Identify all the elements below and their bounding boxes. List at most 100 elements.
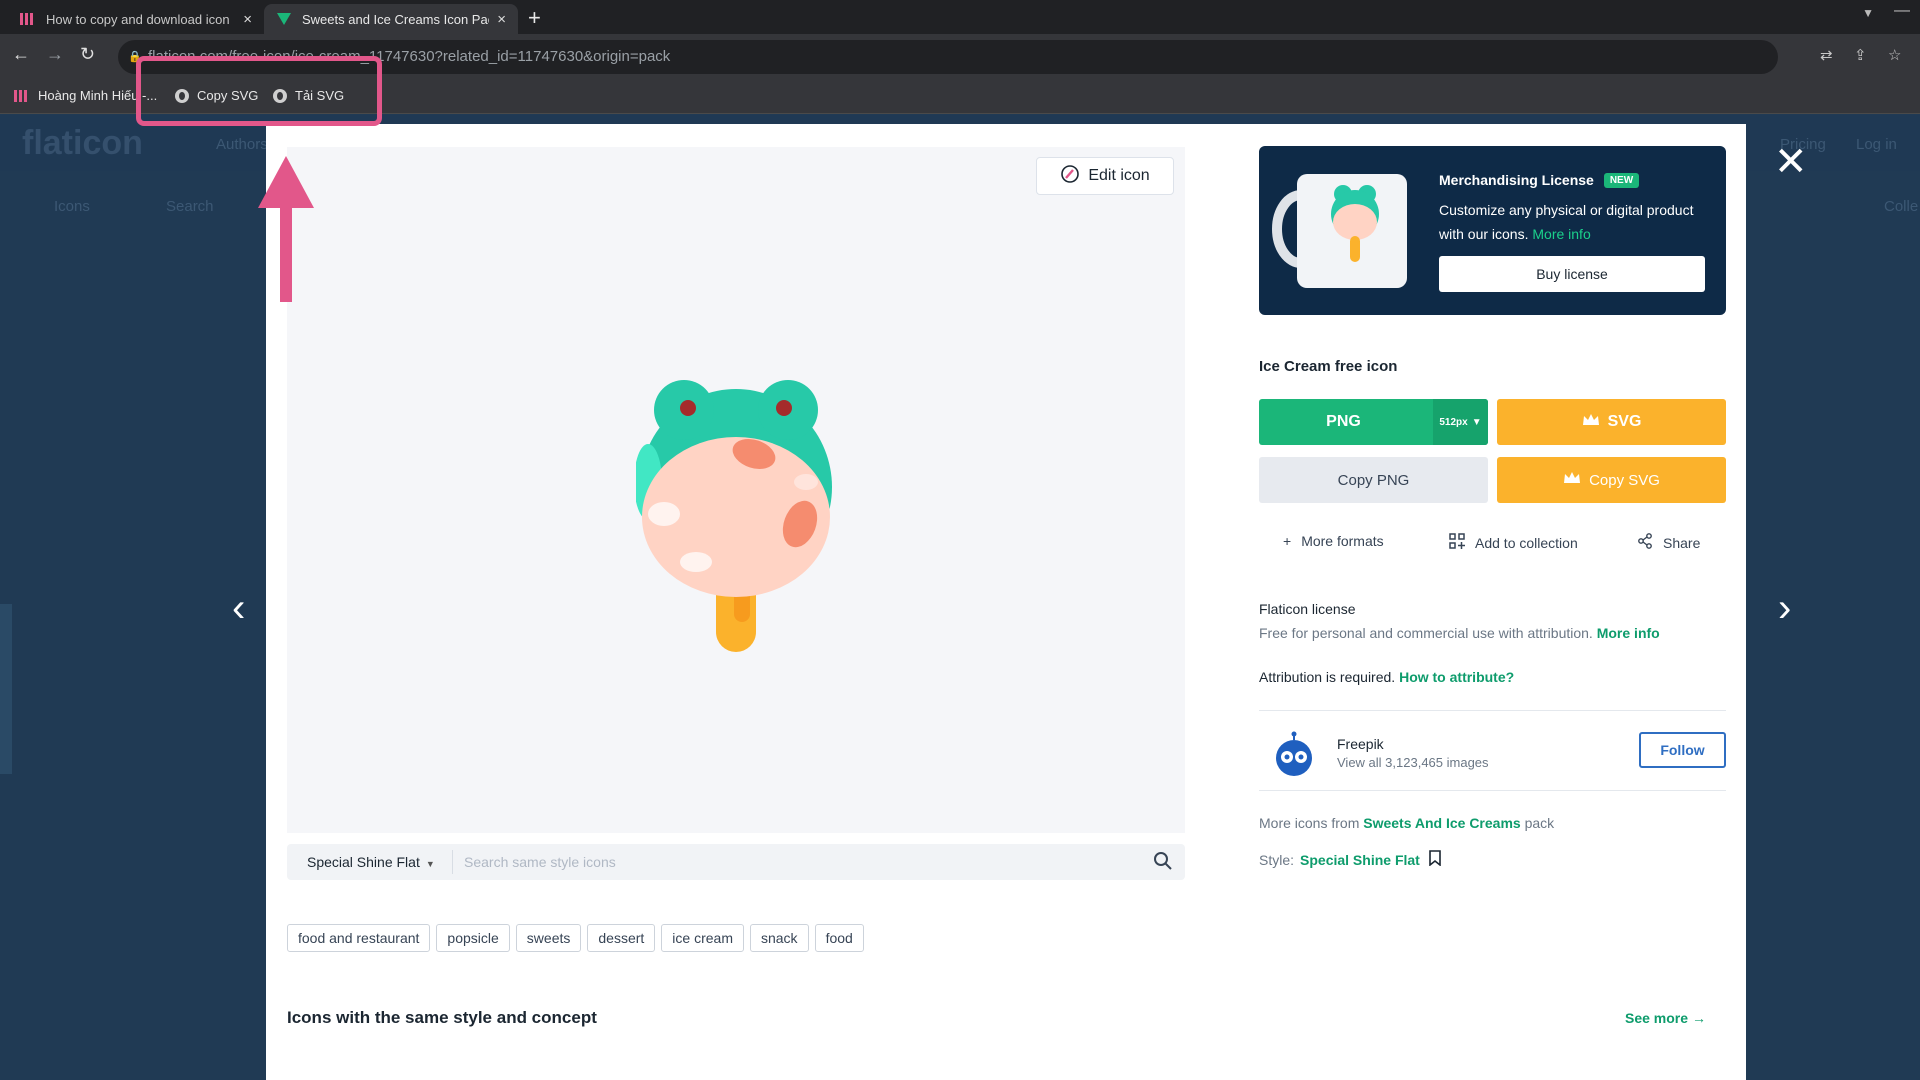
attribution-text: Attribution is required. [1259, 669, 1396, 685]
plus-icon: + [1283, 533, 1292, 549]
more-formats-button[interactable]: + More formats [1283, 533, 1384, 549]
crown-icon [1582, 413, 1600, 432]
share-label: Share [1663, 534, 1701, 551]
share-nodes-icon [1637, 533, 1653, 552]
background-search-category: Icons [54, 198, 90, 215]
attribution-line: Attribution is required. How to attribut… [1259, 669, 1514, 685]
png-size-label: 512px [1439, 416, 1468, 428]
collection-grid-icon [1449, 533, 1465, 552]
edit-icon-button[interactable]: Edit icon [1036, 157, 1174, 195]
merchandising-license-card: Merchandising License NEW Customize any … [1259, 146, 1726, 315]
more-from-pack: More icons from Sweets And Ice Creams pa… [1259, 815, 1554, 831]
background-collections: Colle [1884, 198, 1919, 215]
bookmark-star-icon[interactable]: ☆ [1888, 46, 1901, 64]
reload-icon[interactable]: ↻ [80, 44, 95, 65]
license-title: Flaticon license [1259, 601, 1356, 617]
tag-list: food and restaurant popsicle sweets dess… [287, 924, 864, 952]
new-badge: NEW [1603, 172, 1640, 188]
tag-popsicle[interactable]: popsicle [436, 924, 510, 952]
license-description: Free for personal and commercial use wit… [1259, 625, 1660, 641]
follow-button[interactable]: Follow [1639, 732, 1726, 768]
tab-how-to-copy[interactable]: How to copy and download icon × [8, 4, 264, 34]
style-bar-divider [452, 850, 453, 874]
svg-label: SVG [1607, 413, 1642, 430]
add-to-collection-button[interactable]: Add to collection [1449, 533, 1578, 552]
annotation-arrow-icon [256, 156, 316, 307]
tab-sweets-pack[interactable]: Sweets and Ice Creams Icon Pack × [264, 4, 518, 34]
flaticon-favicon-icon [14, 89, 27, 102]
license-more-info-link[interactable]: More info [1597, 625, 1660, 641]
download-svg-button[interactable]: SVG [1497, 399, 1726, 445]
back-arrow-icon[interactable]: ← [12, 44, 30, 65]
bookmark-highlight-box [136, 56, 382, 126]
tab-title: Sweets and Ice Creams Icon Pack [302, 11, 490, 27]
pencil-icon [1060, 164, 1080, 189]
see-more-label: See more [1625, 1010, 1689, 1026]
caret-down-icon: ▼ [1471, 416, 1482, 428]
tab-search-chevron-icon[interactable]: ▼ [1862, 6, 1874, 20]
how-to-attribute-link[interactable]: How to attribute? [1399, 669, 1514, 685]
background-nav-login: Log in [1856, 136, 1897, 153]
png-label: PNG [1326, 413, 1361, 430]
arrow-right-icon: → [1691, 1010, 1706, 1026]
divider-bottom [1259, 790, 1726, 791]
merch-more-info-link[interactable]: More info [1532, 226, 1590, 242]
search-icon[interactable] [1153, 851, 1173, 876]
tag-snack[interactable]: snack [749, 924, 809, 952]
share-icon[interactable]: ⇪ [1854, 46, 1867, 64]
tag-ice-cream[interactable]: ice cream [661, 924, 744, 952]
previous-icon-arrow[interactable]: ‹ [232, 586, 245, 631]
style-label: Style: [1259, 851, 1295, 868]
background-logo: flaticon [22, 124, 143, 162]
bookmark-icon[interactable] [1428, 850, 1442, 869]
background-search-placeholder: Search [166, 198, 214, 215]
edit-icon-label: Edit icon [1088, 167, 1150, 184]
add-collection-label: Add to collection [1475, 534, 1578, 551]
background-nav-authors: Authors [216, 136, 268, 153]
background-side-tab [0, 604, 12, 774]
style-link[interactable]: Special Shine Flat [1300, 852, 1420, 868]
flaticon-logo-icon [276, 11, 292, 27]
tag-food-and-restaurant[interactable]: food and restaurant [287, 924, 431, 952]
freepik-avatar-icon[interactable] [1269, 730, 1319, 785]
more-formats-label: More formats [1301, 533, 1384, 549]
caret-down-icon: ▼ [425, 859, 435, 869]
next-icon-arrow[interactable]: › [1778, 586, 1791, 631]
browser-tab-strip: How to copy and download icon × Sweets a… [0, 0, 1920, 34]
translate-icon[interactable]: ⇄ [1820, 46, 1833, 64]
merch-description: Customize any physical or digital produc… [1439, 198, 1709, 246]
merch-title-text: Merchandising License [1439, 172, 1594, 188]
copy-svg-button[interactable]: Copy SVG [1497, 457, 1726, 503]
tag-dessert[interactable]: dessert [587, 924, 656, 952]
style-search-bar: Special Shine Flat ▼ Search same style ic… [287, 844, 1185, 880]
tab-close-icon[interactable]: × [243, 11, 252, 28]
flaticon-favicon-icon [20, 11, 36, 27]
tab-close-icon[interactable]: × [497, 11, 506, 28]
new-tab-button[interactable]: + [528, 5, 541, 31]
divider-top [1259, 710, 1726, 711]
png-size-dropdown[interactable]: 512px ▼ [1433, 399, 1488, 445]
pack-prefix: More icons from [1259, 815, 1360, 831]
ice-cream-frog-illustration [634, 372, 836, 667]
buy-license-button[interactable]: Buy license [1439, 256, 1705, 292]
tag-food[interactable]: food [814, 924, 864, 952]
tab-title: How to copy and download icon [46, 11, 230, 27]
pack-suffix: pack [1524, 815, 1555, 831]
related-icons-title: Icons with the same style and concept [287, 1008, 597, 1027]
tag-sweets[interactable]: sweets [515, 924, 582, 952]
share-button[interactable]: Share [1637, 533, 1700, 552]
style-line: Style: Special Shine Flat [1259, 850, 1442, 869]
author-name[interactable]: Freepik [1337, 736, 1384, 752]
style-select-dropdown[interactable]: Special Shine Flat ▼ [307, 854, 435, 870]
style-select-label: Special Shine Flat [307, 854, 420, 870]
copy-svg-label: Copy SVG [1589, 471, 1660, 489]
close-modal-icon[interactable]: ✕ [1774, 142, 1808, 182]
style-search-input[interactable]: Search same style icons [464, 854, 616, 870]
pack-link[interactable]: Sweets And Ice Creams [1363, 815, 1520, 831]
see-more-link[interactable]: See more → [1625, 1010, 1706, 1026]
minimize-icon[interactable]: — [1894, 2, 1910, 20]
author-image-count[interactable]: View all 3,123,465 images [1337, 755, 1489, 770]
copy-png-button[interactable]: Copy PNG [1259, 457, 1488, 503]
forward-arrow-icon[interactable]: → [46, 44, 64, 65]
crown-icon [1563, 471, 1581, 489]
